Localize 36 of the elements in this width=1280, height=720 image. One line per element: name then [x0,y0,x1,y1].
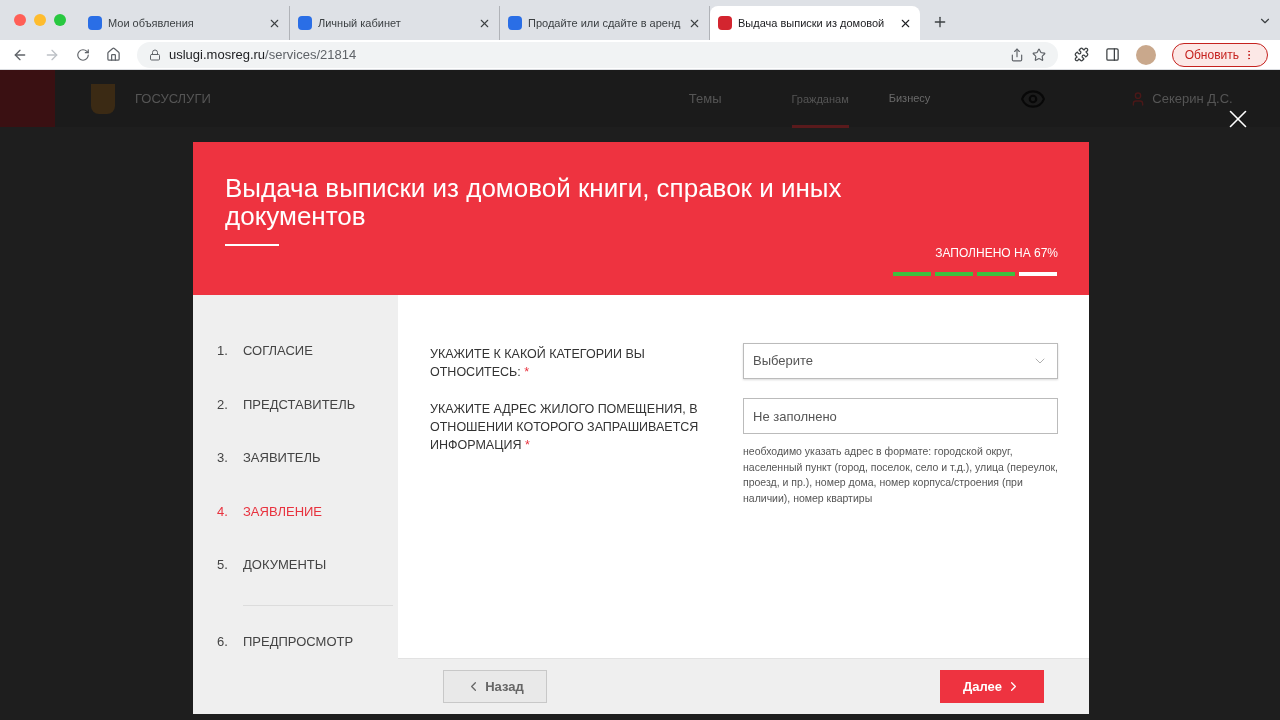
address-input[interactable]: Не заполнено [743,398,1058,434]
new-tab-icon[interactable] [932,14,948,30]
home-icon[interactable] [106,47,121,62]
step-item[interactable]: 4. ЗАЯВЛЕНИЕ [217,501,398,555]
site-favicon [298,16,312,30]
category-select[interactable]: Выберите [743,343,1058,379]
field-label: УКАЖИТЕ К КАКОЙ КАТЕГОРИИ ВЫ ОТНОСИТЕСЬ: * [430,345,646,381]
progress-label: ЗАПОЛНЕНО НА 67% [935,245,1058,262]
reload-icon[interactable] [76,47,90,62]
address-bar[interactable]: uslugi.mosreg.ru/services/21814 [137,41,1058,68]
browser-tab[interactable]: Выдача выписки из домовой [710,6,920,40]
modal-title: Выдача выписки из домовой книги, справок и иных документов [225,174,843,230]
step-item[interactable]: 2. ПРЕДСТАВИТЕЛЬ [217,394,398,448]
step-item[interactable]: 1. СОГЛАСИЕ [217,341,398,395]
site-favicon [88,16,102,30]
extensions-icon[interactable] [1073,47,1089,62]
side-panel-icon[interactable] [1104,47,1120,62]
tab-title: Личный кабинет [318,15,402,31]
lock-icon [149,48,161,61]
back-button[interactable]: Назад [443,670,547,703]
update-button[interactable]: Обновить [1171,42,1268,67]
field-label: УКАЖИТЕ АДРЕС ЖИЛОГО ПОМЕЩЕНИЯ, В ОТНОШЕНИИ КОТОРОГО ЗАПРАШИВАЕТСЯ ИНФОРМАЦИЯ * [430,401,700,454]
step-item[interactable]: 5. ДОКУМЕНТЫ [217,555,398,609]
tab-title: Продайте или сдайте в аренд [528,15,682,31]
tab-title: Выдача выписки из домовой [738,15,886,31]
title-underline [225,244,279,246]
step-item[interactable]: 3. ЗАЯВИТЕЛЬ [217,448,398,502]
field-hint: необходимо указать адрес в формате: городской округ, населенный пункт (город, поселок, село и т.д.), улица (переулок, проезд, и пр.), номер дома, номер корпуса/строения (при наличии), номер квартиры [743,444,1058,506]
bookmark-star-icon[interactable] [1031,47,1046,62]
step-item[interactable]: 6. ПРЕДПРОСМОТР [217,631,398,685]
site-favicon [508,16,522,30]
site-favicon [718,16,732,30]
url-text: uslugi.mosreg.ru/services/21814 [169,45,357,64]
next-button[interactable]: Далее [940,670,1044,703]
share-icon[interactable] [1009,47,1024,62]
tab-title: Мои объявления [108,15,195,31]
